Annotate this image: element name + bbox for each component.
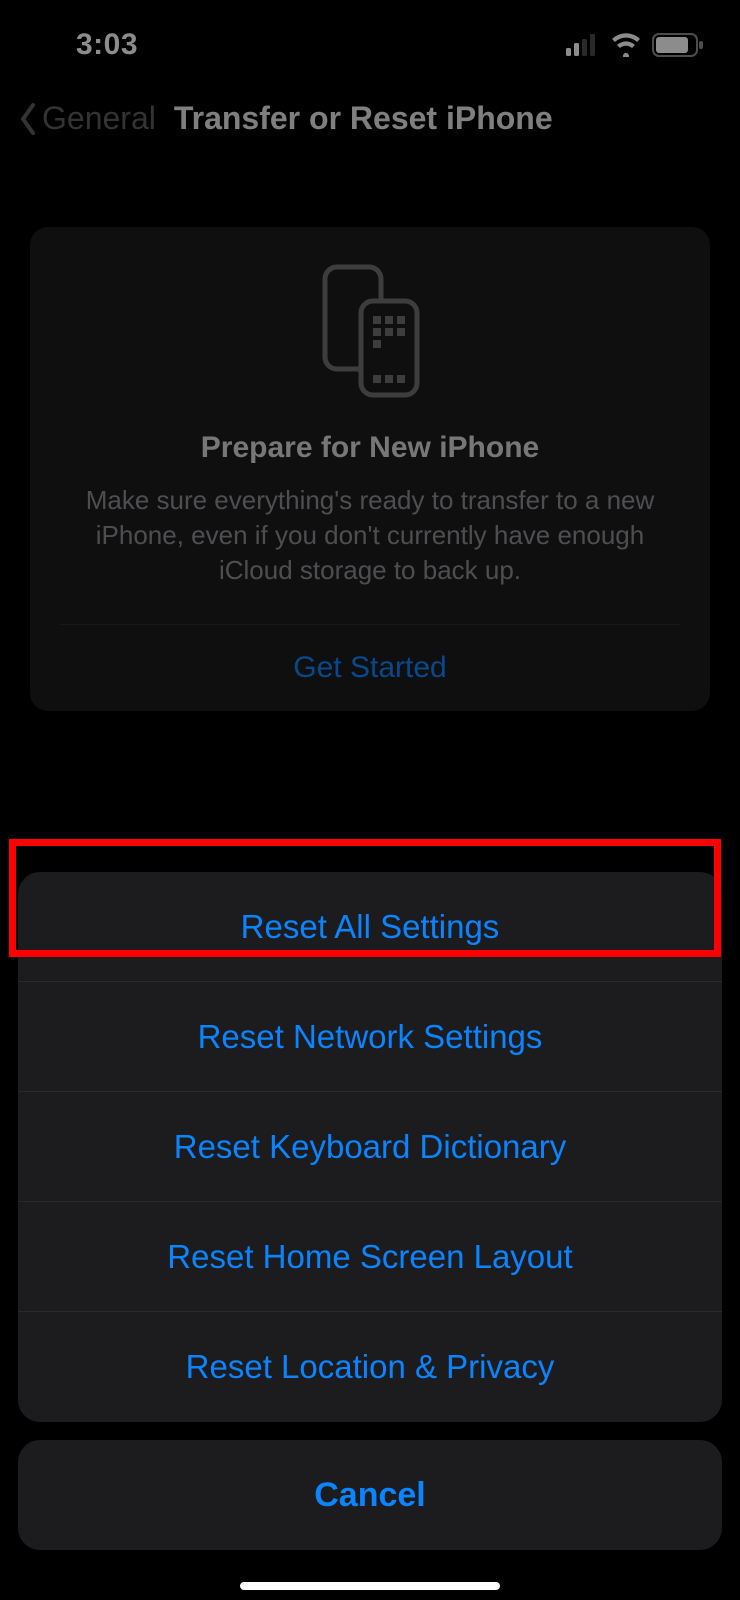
back-label: General — [42, 100, 156, 137]
phones-icon — [315, 261, 425, 401]
home-indicator[interactable] — [240, 1582, 500, 1590]
status-time: 3:03 — [76, 28, 138, 62]
chevron-left-icon — [18, 102, 38, 136]
cancel-button[interactable]: Cancel — [18, 1440, 722, 1550]
prepare-title: Prepare for New iPhone — [201, 431, 539, 465]
page-title: Transfer or Reset iPhone — [174, 100, 553, 137]
sheet-options-group: Reset All Settings Reset Network Setting… — [18, 872, 722, 1422]
battery-icon — [652, 33, 704, 57]
prepare-card: Prepare for New iPhone Make sure everyth… — [30, 227, 710, 711]
nav-bar: General Transfer or Reset iPhone — [0, 90, 740, 167]
cellular-icon — [566, 34, 600, 56]
action-sheet: Reset All Settings Reset Network Setting… — [0, 872, 740, 1550]
reset-location-privacy-option[interactable]: Reset Location & Privacy — [18, 1312, 722, 1422]
back-button[interactable]: General — [18, 100, 156, 137]
status-bar: 3:03 — [0, 0, 740, 90]
reset-home-screen-layout-option[interactable]: Reset Home Screen Layout — [18, 1202, 722, 1312]
prepare-description: Make sure everything's ready to transfer… — [60, 483, 680, 588]
reset-keyboard-dictionary-option[interactable]: Reset Keyboard Dictionary — [18, 1092, 722, 1202]
reset-network-settings-option[interactable]: Reset Network Settings — [18, 982, 722, 1092]
get-started-button[interactable]: Get Started — [60, 625, 680, 711]
status-icons — [566, 33, 704, 57]
reset-all-settings-option[interactable]: Reset All Settings — [18, 872, 722, 982]
wifi-icon — [610, 33, 642, 57]
